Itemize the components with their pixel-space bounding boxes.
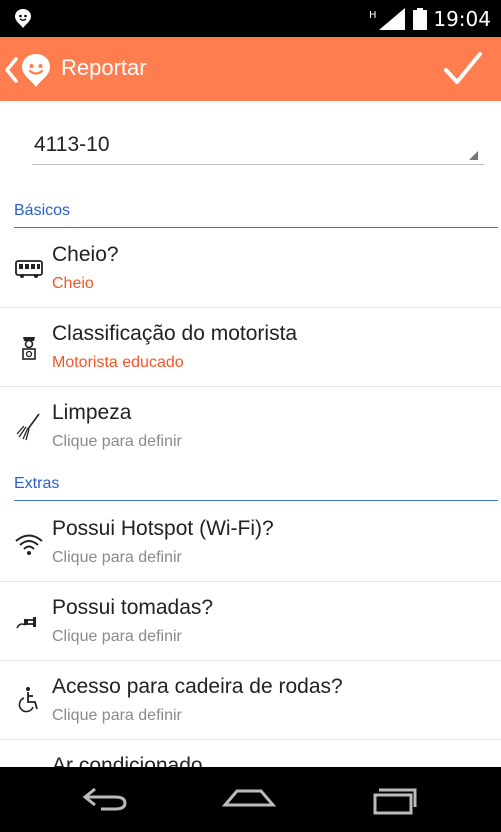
list-item-cheio[interactable]: Cheio? Cheio bbox=[0, 229, 501, 308]
status-time: 19:04 bbox=[433, 7, 491, 31]
home-button[interactable] bbox=[219, 781, 279, 817]
dropdown-arrow-icon bbox=[469, 151, 478, 160]
confirm-button[interactable] bbox=[443, 49, 483, 89]
list-item-title: Classificação do motorista bbox=[52, 322, 298, 345]
driver-icon bbox=[22, 337, 36, 360]
location-pin-icon bbox=[22, 54, 50, 87]
action-bar: Reportar bbox=[0, 37, 501, 101]
list-item-value: Motorista educado bbox=[52, 354, 184, 371]
list-item-limpeza[interactable]: Limpeza Clique para definir bbox=[0, 387, 501, 466]
list-item-classificacao-motorista[interactable]: Classificação do motorista Motorista edu… bbox=[0, 308, 501, 387]
signal-icon: H bbox=[369, 8, 406, 30]
navigation-bar bbox=[0, 767, 501, 832]
list-item-title: Possui Hotspot (Wi-Fi)? bbox=[52, 517, 274, 540]
power-plug-icon bbox=[16, 617, 36, 629]
chevron-left-icon bbox=[5, 57, 18, 83]
list-item-title: Acesso para cadeira de rodas? bbox=[52, 675, 343, 698]
list-item-title: Possui tomadas? bbox=[52, 596, 214, 619]
back-icon bbox=[82, 787, 127, 811]
section-header-basicos: Básicos bbox=[14, 200, 498, 228]
list-item-tomadas[interactable]: Possui tomadas? Clique para definir bbox=[0, 582, 501, 661]
list-item-value: Cheio bbox=[52, 275, 94, 292]
section-header-label: Básicos bbox=[14, 202, 71, 219]
line-selector[interactable]: 4113-10 bbox=[32, 131, 484, 165]
checkmark-icon bbox=[444, 52, 482, 84]
recent-apps-button[interactable] bbox=[365, 781, 425, 817]
list-item-hint: Clique para definir bbox=[52, 549, 182, 566]
wheelchair-icon bbox=[18, 687, 38, 713]
status-bar: H 19:04 bbox=[0, 0, 501, 37]
list-item-hotspot-wifi[interactable]: Possui Hotspot (Wi-Fi)? Clique para defi… bbox=[0, 503, 501, 582]
up-navigation-button[interactable] bbox=[2, 51, 56, 89]
list-item-title: Limpeza bbox=[52, 401, 132, 424]
section-header-label: Extras bbox=[14, 475, 60, 492]
broom-icon bbox=[16, 413, 40, 441]
bus-icon bbox=[15, 260, 43, 278]
page-title: Reportar bbox=[61, 55, 147, 80]
network-type-label: H bbox=[369, 10, 377, 21]
list-item-cadeira-de-rodas[interactable]: Acesso para cadeira de rodas? Clique par… bbox=[0, 661, 501, 740]
app-notification-icon bbox=[15, 9, 31, 28]
recent-apps-icon bbox=[373, 788, 417, 815]
list-item-hint: Clique para definir bbox=[52, 433, 182, 450]
home-icon bbox=[221, 789, 277, 807]
section-header-extras: Extras bbox=[14, 473, 498, 501]
back-button[interactable] bbox=[75, 781, 135, 817]
wifi-icon bbox=[15, 534, 43, 555]
list-item-hint: Clique para definir bbox=[52, 628, 182, 645]
list-item-title: Cheio? bbox=[52, 243, 119, 266]
list-item-title: Ar condicionado bbox=[52, 754, 203, 767]
report-form[interactable]: 4113-10 Básicos Cheio? Cheio Classificaç… bbox=[0, 101, 501, 767]
list-item-ar-condicionado[interactable]: Ar condicionado bbox=[0, 740, 501, 767]
battery-icon bbox=[413, 8, 428, 30]
list-item-hint: Clique para definir bbox=[52, 707, 182, 724]
line-selector-value: 4113-10 bbox=[34, 133, 110, 156]
